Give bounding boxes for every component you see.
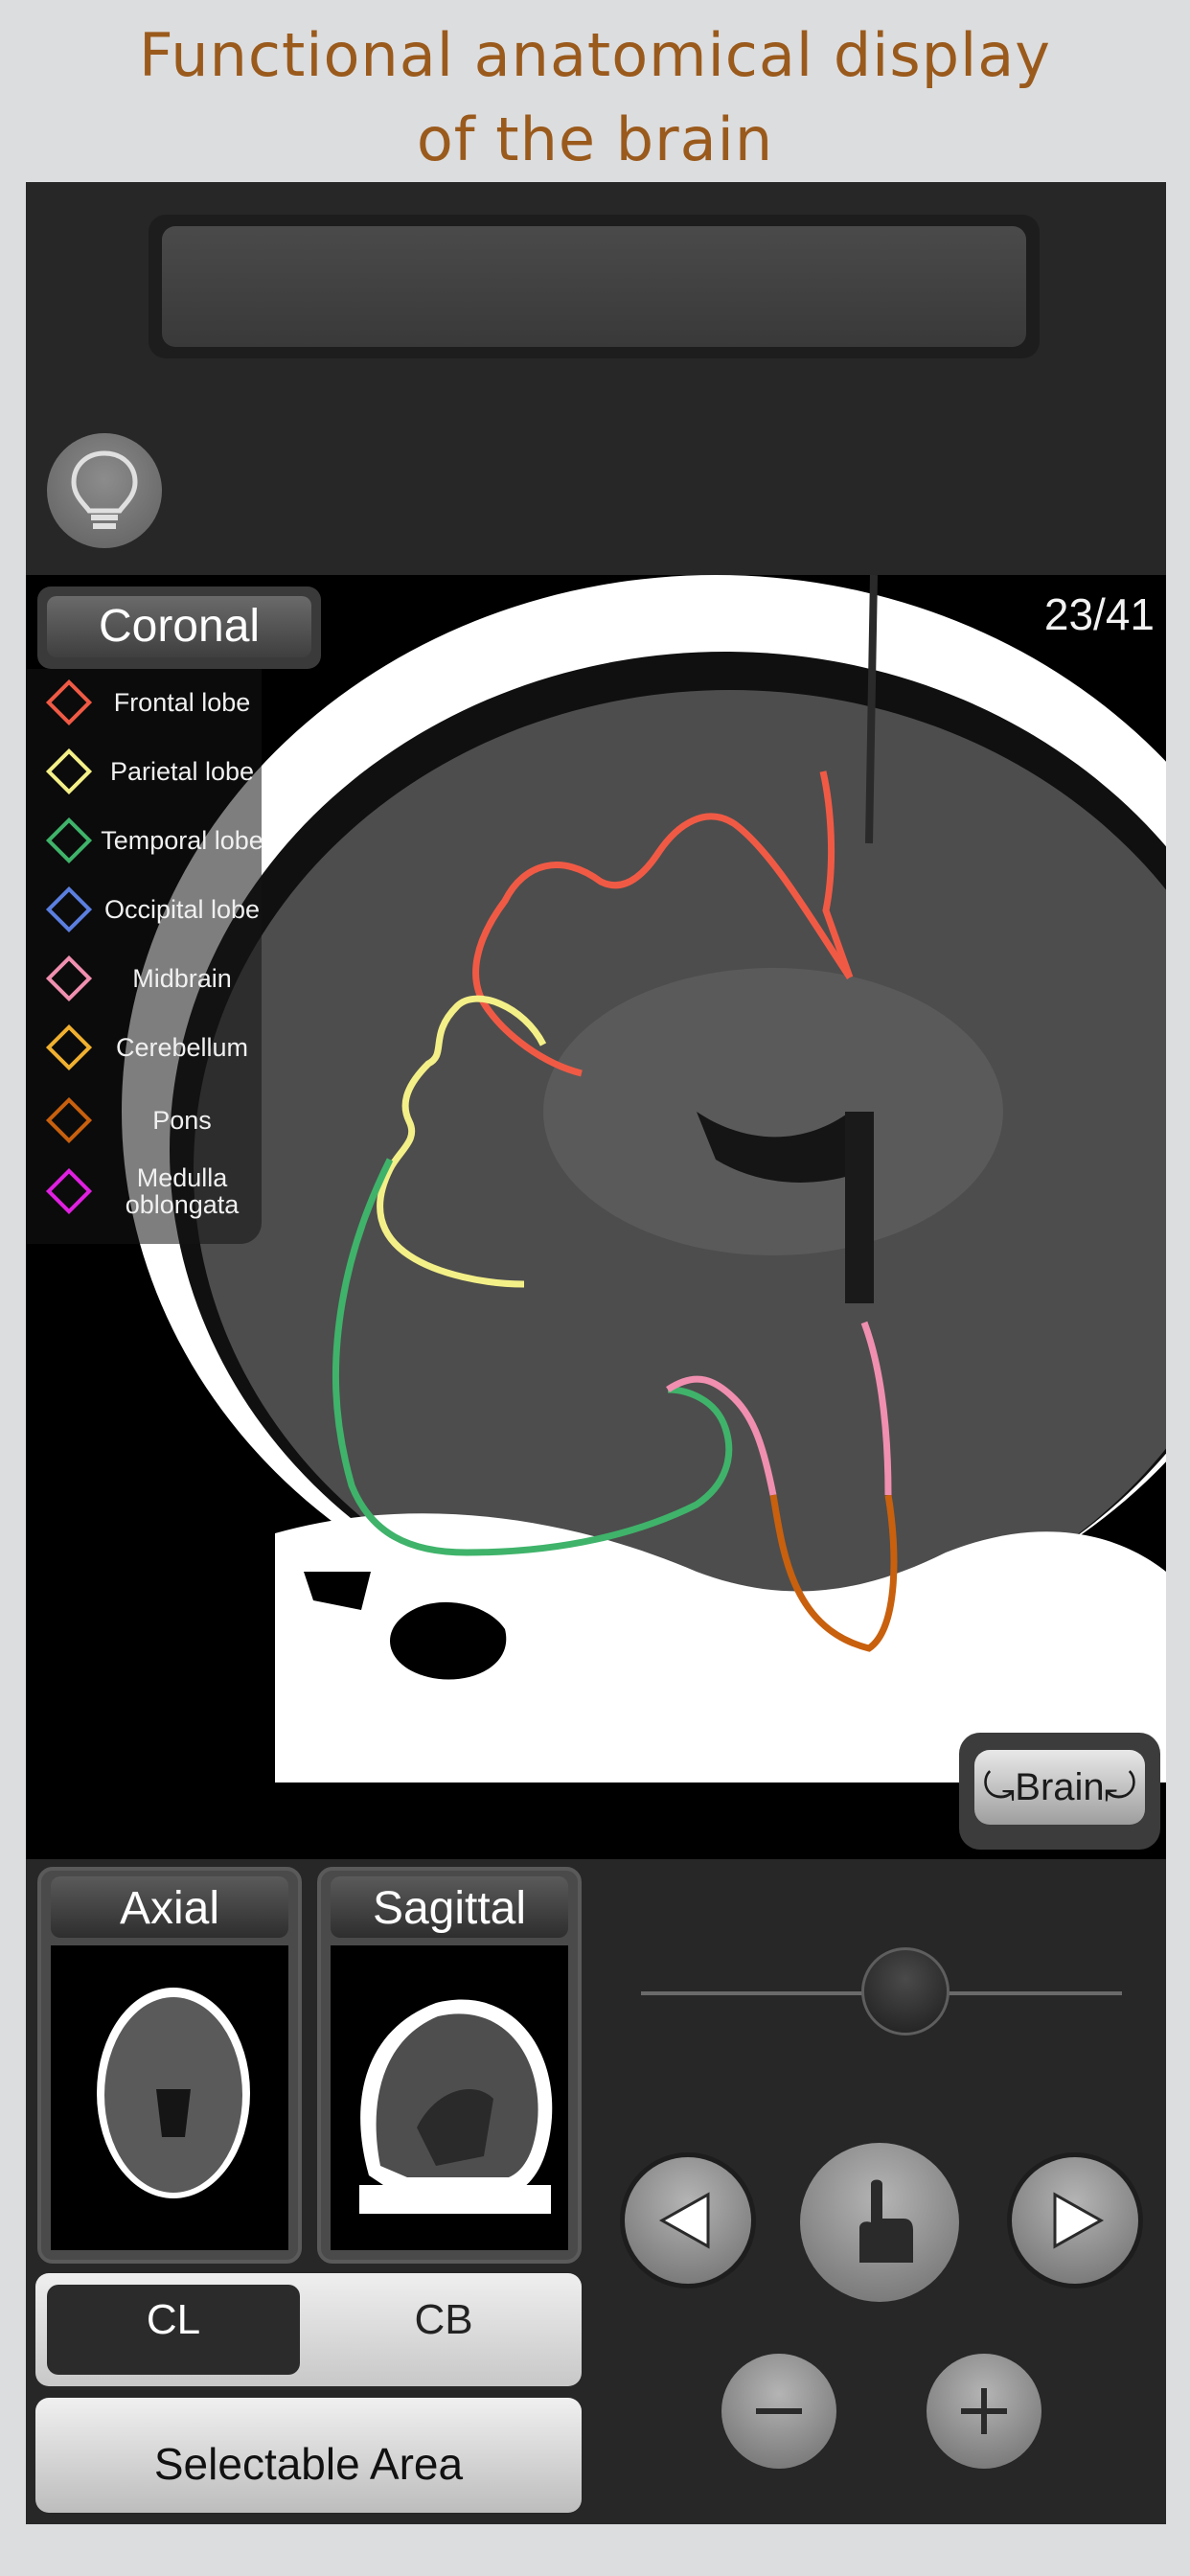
sagittal-image (331, 1945, 568, 2250)
play-left-icon (658, 2192, 710, 2249)
legend-label: Temporal lobe (101, 826, 263, 855)
zoom-out-button[interactable] (721, 2354, 836, 2469)
legend-item-midbrain[interactable]: Midbrain (26, 945, 262, 1012)
hint-button[interactable] (47, 433, 162, 548)
title-line-2: of the brain (416, 104, 774, 174)
sagittal-thumbnail[interactable]: Sagittal (317, 1867, 582, 2264)
legend-label: Frontal lobe (113, 688, 251, 717)
selectable-area-button[interactable]: Selectable Area (35, 2398, 582, 2513)
legend-item-cerebellum[interactable]: Cerebellum (26, 1014, 262, 1081)
legend-label: Cerebellum (115, 1033, 249, 1062)
hand-pointer-icon (859, 2179, 913, 2263)
legend-item-parietal-lobe[interactable]: Parietal lobe (26, 738, 262, 805)
legend-label: Medulla oblongata (125, 1163, 240, 1219)
diamond-icon (45, 954, 93, 1002)
message-text (162, 226, 1026, 347)
diamond-icon (45, 748, 93, 795)
plane-label: Coronal (47, 596, 311, 657)
play-right-icon (1053, 2192, 1105, 2249)
axial-thumbnail[interactable]: Axial (37, 1867, 302, 2264)
lightbulb-icon (71, 450, 138, 529)
diamond-icon (45, 1096, 93, 1144)
legend-item-temporal-lobe[interactable]: Temporal lobe (26, 807, 263, 874)
minus-icon (756, 2408, 802, 2414)
diamond-icon (45, 816, 93, 864)
slice-slider-thumb[interactable] (861, 1947, 950, 2036)
cl-cb-toggle[interactable]: CL CB (35, 2273, 582, 2386)
previous-slice-button[interactable] (620, 2152, 756, 2288)
legend-item-frontal-lobe[interactable]: Frontal lobe (26, 669, 262, 736)
legend-label: Occipital lobe (103, 895, 261, 924)
zoom-in-button[interactable] (927, 2354, 1041, 2469)
next-slice-button[interactable] (1007, 2152, 1143, 2288)
brain-button-label: ⤿Brain⤾ (974, 1750, 1145, 1825)
diamond-icon (45, 678, 93, 726)
legend-panel: Frontal lobe Parietal lobe Temporal lobe… (26, 669, 263, 1244)
plus-icon (961, 2388, 1007, 2434)
touch-mode-button[interactable] (800, 2143, 959, 2302)
app-frame: Coronal 23/41 Frontal lobe Parietal lobe… (26, 182, 1166, 2524)
slice-counter: 23/41 (1043, 589, 1155, 639)
brain-button[interactable]: ⤿Brain⤾ (959, 1733, 1160, 1850)
image-viewer[interactable]: Coronal 23/41 Frontal lobe Parietal lobe… (26, 575, 1166, 1859)
legend-label: Midbrain (132, 964, 232, 993)
diamond-icon (45, 1167, 93, 1215)
legend-item-occipital-lobe[interactable]: Occipital lobe (26, 876, 262, 943)
segment-cl[interactable]: CL (47, 2285, 300, 2375)
control-panel: Axial Sagittal CL CB Selectable Area (26, 1859, 1166, 2524)
legend-item-pons[interactable]: Pons (26, 1087, 262, 1154)
axial-label: Axial (51, 1876, 288, 1938)
axial-image (51, 1945, 288, 2250)
top-bar (26, 182, 1166, 575)
legend-label: Parietal lobe (109, 757, 255, 786)
diamond-icon (45, 1024, 93, 1071)
message-box (149, 215, 1040, 358)
segment-cb[interactable]: CB (317, 2285, 570, 2375)
plane-tab[interactable]: Coronal (37, 586, 321, 669)
sagittal-label: Sagittal (331, 1876, 568, 1938)
title-line-1: Functional anatomical display (139, 20, 1051, 90)
legend-label: Pons (152, 1106, 212, 1135)
page-title: Functional anatomical display of the bra… (0, 13, 1190, 182)
legend-item-medulla-oblongata[interactable]: Medulla oblongata (26, 1158, 262, 1225)
diamond-icon (45, 886, 93, 933)
